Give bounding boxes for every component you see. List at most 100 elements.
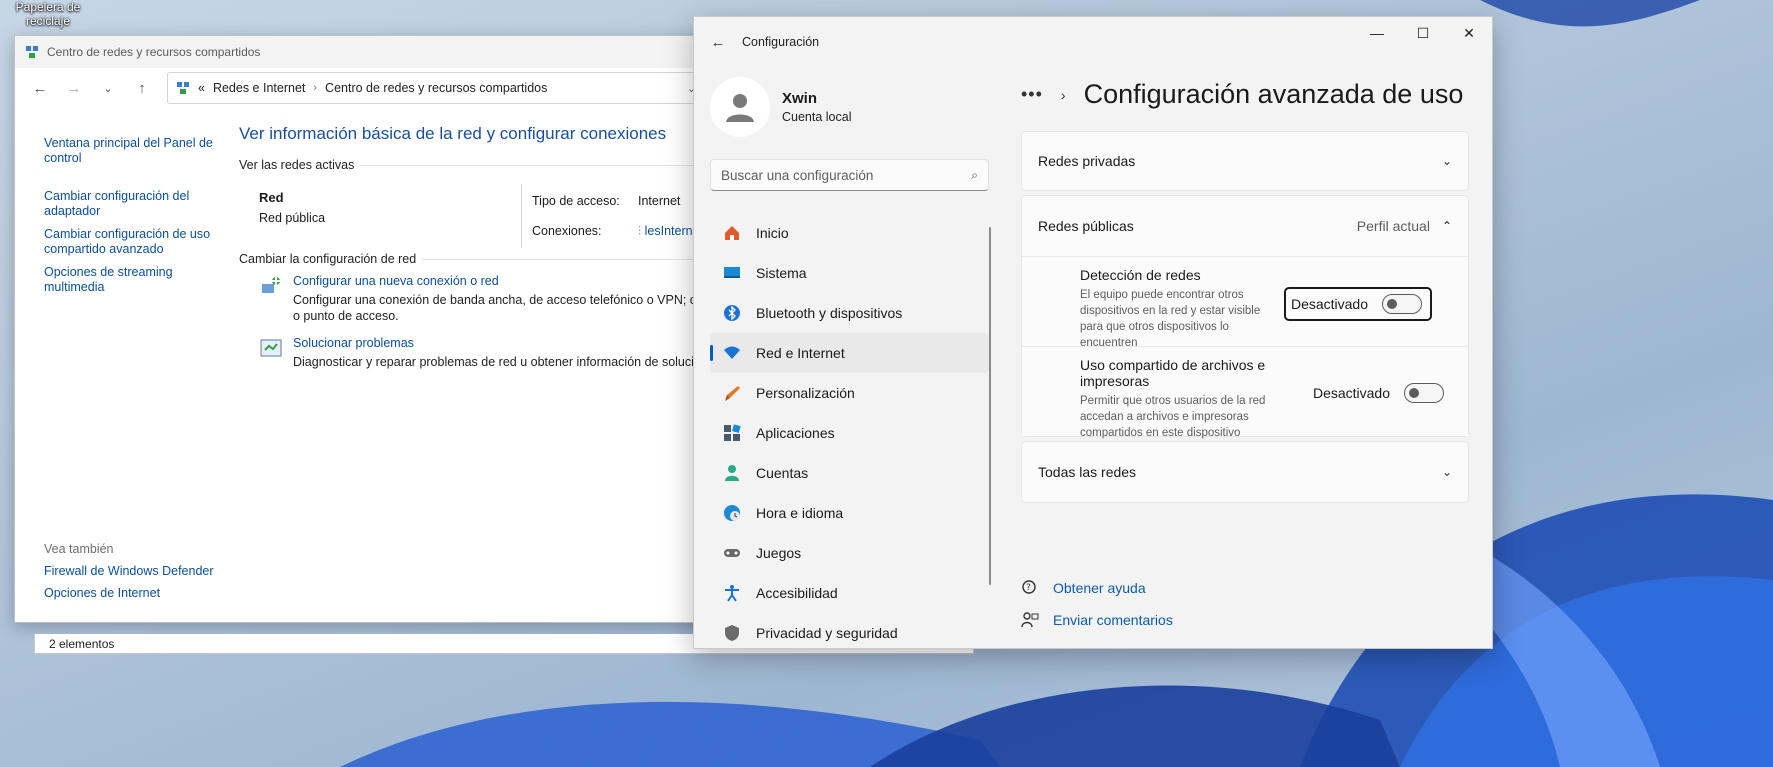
settings-search-input[interactable]: Buscar una configuración ⌕ [710, 159, 989, 191]
link-internet-options[interactable]: Opciones de Internet [44, 586, 224, 600]
address-crumb-network-internet[interactable]: Redes e Internet [213, 81, 305, 95]
toggle-switch[interactable] [1404, 383, 1444, 403]
private-networks-label: Redes privadas [1038, 153, 1136, 169]
search-icon[interactable]: ⌕ [971, 168, 978, 183]
send-feedback-link[interactable]: Enviar comentarios [1021, 611, 1173, 629]
all-networks-card[interactable]: Todas las redes ⌄ [1021, 441, 1469, 503]
chevron-up-icon[interactable]: ⌃ [1442, 219, 1452, 233]
sidebar-link-control-panel-home[interactable]: Ventana principal del Panel de control [44, 136, 214, 166]
help-icon: ? [1022, 580, 1036, 594]
home-icon [722, 223, 742, 243]
user-name: Xwin [782, 90, 818, 107]
sidebar-link-media-streaming[interactable]: Opciones de streaming multimedia [44, 265, 214, 295]
current-profile-badge: Perfil actual [1356, 218, 1430, 234]
file-printer-sharing-toggle[interactable]: Desactivado [1313, 383, 1444, 403]
help-links: ? Obtener ayuda Enviar comentarios [1021, 579, 1173, 643]
nav-item-home[interactable]: Inicio [710, 213, 989, 253]
recent-locations-button[interactable]: ⌄ [93, 73, 123, 103]
network-discovery-row: Detección de redes El equipo puede encon… [1022, 256, 1468, 349]
back-button[interactable]: ← [25, 73, 55, 103]
accounts-icon [722, 463, 742, 483]
network-discovery-description: El equipo puede encontrar otros disposit… [1080, 289, 1261, 349]
get-help-link[interactable]: ? Obtener ayuda [1021, 579, 1173, 597]
nav-item-system[interactable]: Sistema [710, 253, 989, 293]
nav-label: Accesibilidad [756, 585, 838, 601]
bluetooth-icon [722, 303, 742, 323]
nav-item-time-language[interactable]: Hora e idioma [710, 493, 989, 533]
network-center-icon [177, 82, 189, 94]
chevron-right-icon: › [1060, 86, 1066, 103]
shield-icon [722, 623, 742, 643]
nav-label: Personalización [756, 385, 855, 401]
see-also-heading: Vea también [44, 542, 114, 556]
system-icon [722, 263, 742, 283]
chevron-down-icon[interactable]: ⌄ [1442, 465, 1452, 479]
globe-icon [722, 503, 742, 523]
settings-titlebar[interactable]: ← Configuración — ☐ ✕ [694, 17, 1492, 67]
network-center-icon [26, 46, 38, 58]
change-settings-label: Cambiar la configuración de red [239, 252, 417, 266]
nav-item-gaming[interactable]: Juegos [710, 533, 989, 573]
network-type: Red pública [259, 211, 326, 225]
close-button[interactable]: ✕ [1446, 17, 1492, 49]
settings-title: Configuración [742, 35, 820, 49]
control-panel-sidebar: Ventana principal del Panel de control C… [44, 136, 214, 318]
network-discovery-state: Desactivado [1290, 296, 1368, 312]
nav-item-accessibility[interactable]: Accesibilidad [710, 573, 989, 613]
nav-item-network-internet[interactable]: Red e Internet [710, 333, 989, 373]
user-icon [726, 94, 754, 122]
send-feedback-label: Enviar comentarios [1053, 612, 1173, 628]
nav-item-personalization[interactable]: Personalización [710, 373, 989, 413]
maximize-button[interactable]: ☐ [1400, 17, 1446, 49]
nav-scrollbar[interactable] [989, 227, 991, 585]
page-title: Configuración avanzada de uso compartido [1083, 79, 1469, 109]
file-printer-sharing-title: Uso compartido de archivos e impresoras [1080, 357, 1266, 389]
nav-label: Juegos [756, 545, 802, 561]
address-overflow-chevron[interactable]: « [198, 81, 205, 95]
troubleshoot-icon [260, 339, 282, 357]
settings-window: ← Configuración — ☐ ✕ Xwin Cuenta local … [693, 16, 1493, 649]
gamepad-icon [722, 543, 742, 563]
chevron-down-icon[interactable]: ⌄ [1442, 154, 1452, 168]
network-adapter-icon: ⫶ [638, 223, 642, 238]
nav-label: Bluetooth y dispositivos [756, 305, 903, 321]
accessibility-icon [722, 583, 742, 603]
nav-label: Inicio [756, 225, 789, 241]
nav-item-accounts[interactable]: Cuentas [710, 453, 989, 493]
up-button[interactable]: ↑ [127, 73, 157, 103]
address-bar[interactable]: « Redes e Internet › Centro de redes y r… [167, 72, 707, 104]
sidebar-link-advanced-sharing[interactable]: Cambiar configuración de uso compartido … [44, 227, 214, 257]
access-type-label: Tipo de acceso: [532, 194, 620, 208]
nav-item-bluetooth[interactable]: Bluetooth y dispositivos [710, 293, 989, 333]
nav-item-privacy[interactable]: Privacidad y seguridad [710, 613, 989, 653]
settings-nav: Inicio Sistema Bluetooth y dispositivos … [710, 213, 989, 653]
network-name: Red [259, 190, 284, 205]
public-networks-header[interactable]: Redes públicas Perfil actual ⌃ [1022, 196, 1468, 256]
breadcrumb-overflow-button[interactable]: ••• [1021, 84, 1043, 105]
minimize-button[interactable]: — [1354, 17, 1400, 49]
feedback-icon [1021, 612, 1039, 628]
link-windows-firewall[interactable]: Firewall de Windows Defender [44, 564, 224, 578]
nav-label: Hora e idioma [756, 505, 844, 521]
settings-back-button[interactable]: ← [694, 34, 742, 51]
forward-button[interactable]: → [59, 73, 89, 103]
recycle-bin-label: Papelera de reciclaje [15, 0, 81, 28]
wifi-icon [722, 343, 742, 363]
new-connection-icon [262, 277, 280, 293]
file-printer-sharing-description: Permitir que otros usuarios de la red ac… [1080, 395, 1266, 439]
get-help-label: Obtener ayuda [1053, 580, 1146, 596]
file-printer-sharing-state: Desactivado [1312, 385, 1390, 401]
apps-icon [722, 423, 742, 443]
svg-text:?: ? [1026, 583, 1031, 593]
sidebar-link-adapter-settings[interactable]: Cambiar configuración del adaptador [44, 189, 214, 219]
nav-label: Aplicaciones [756, 425, 835, 441]
user-profile[interactable]: Xwin Cuenta local [710, 77, 852, 137]
network-discovery-toggle[interactable]: Desactivado [1283, 287, 1432, 321]
toggle-switch[interactable] [1382, 294, 1422, 314]
address-crumb-network-center[interactable]: Centro de redes y recursos compartidos [325, 81, 547, 95]
public-networks-label: Redes públicas [1038, 218, 1134, 234]
network-discovery-title: Detección de redes [1080, 267, 1201, 283]
recycle-bin-icon[interactable]: Papelera de reciclaje [4, 0, 92, 28]
nav-item-apps[interactable]: Aplicaciones [710, 413, 989, 453]
private-networks-card[interactable]: Redes privadas ⌄ [1021, 131, 1469, 191]
